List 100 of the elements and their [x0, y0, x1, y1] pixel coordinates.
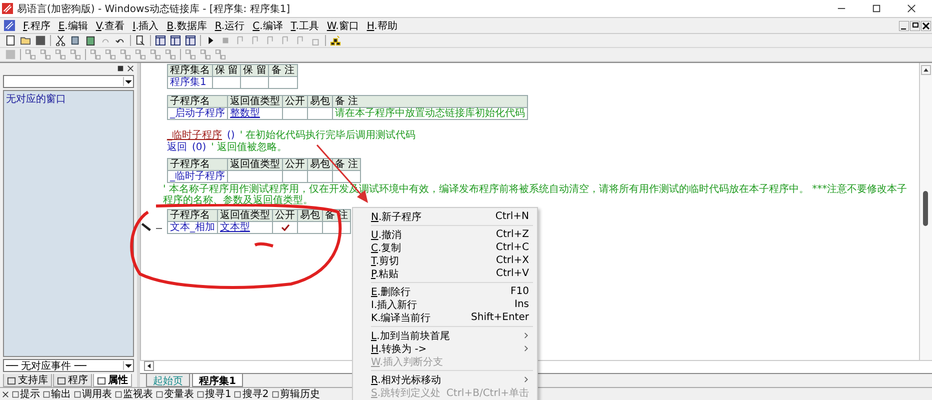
code-token: () [227, 130, 235, 142]
context-menu-item[interactable]: L.加到当前块首尾 [353, 329, 537, 342]
menu-item[interactable]: T.工具 [290, 18, 319, 32]
code-token: (0) [192, 142, 206, 154]
window-dropdown[interactable] [3, 75, 134, 88]
editor-tab[interactable]: 起始页 [146, 374, 190, 387]
panel-tab[interactable]: 支持库 [3, 374, 52, 387]
restore-icon[interactable] [910, 20, 920, 30]
menu-item[interactable]: C.编译 [252, 18, 283, 32]
panel-tab[interactable]: 属性 [93, 374, 132, 387]
menu-item[interactable]: E.编辑 [58, 18, 88, 32]
column-header: 子程序名 [168, 158, 228, 170]
panel-icon [97, 376, 106, 384]
table-cell: 文本型 [218, 222, 272, 234]
context-menu-item[interactable]: C.复制 Ctrl+C [353, 241, 537, 254]
column-header: 备 注 [332, 96, 528, 108]
name-cell: _临时子程序 [168, 170, 228, 182]
window-icon [74, 390, 81, 398]
code-token: ' 在初始化代码执行完毕后调用测试代码 [240, 130, 416, 142]
column-header: 返回值类型 [228, 96, 282, 108]
table-cell [228, 170, 282, 182]
note-cell: 请在本子程序中放置动态链接库初始化代码 [332, 108, 528, 120]
column-header: 子程序名 [168, 96, 228, 108]
output-tab[interactable]: 变量表 [156, 387, 194, 400]
column-header: 公开 [272, 210, 298, 222]
panel-tab[interactable]: 程序 [53, 374, 92, 387]
code-token: _临时子程序 [167, 130, 222, 142]
column-header: 程序集名 [168, 64, 212, 76]
minimize-icon[interactable] [899, 20, 909, 30]
dropdown-arrow-icon [123, 361, 133, 370]
context-menu-item[interactable]: H.转换为 -> [353, 342, 537, 355]
column-header: 保 留 [212, 64, 241, 76]
menu-item[interactable]: H.帮助 [366, 18, 398, 32]
close-icon[interactable] [921, 20, 931, 30]
find-icon[interactable] [135, 35, 146, 46]
editor-tab[interactable]: 程序集1 [192, 374, 243, 387]
context-menu-item[interactable]: N.新子程序 Ctrl+N [353, 210, 537, 223]
column-header: 易包 [298, 210, 322, 222]
context-menu-item[interactable]: T.剪切 Ctrl+X [353, 254, 537, 267]
code-token: 返回 [167, 142, 187, 154]
context-menu-item[interactable]: K.编译当前行 Shift+Enter [353, 311, 537, 324]
event-dropdown[interactable]: ── 无对应事件 ── [3, 359, 134, 372]
window-icon [156, 390, 163, 398]
menu-item[interactable]: I.插入 [132, 18, 159, 32]
menu-item[interactable]: W.窗口 [326, 18, 359, 32]
table-cell [308, 170, 332, 182]
context-menu-item[interactable]: U.撤消 Ctrl+Z [353, 228, 537, 241]
window-icon [234, 390, 242, 398]
note-cell [268, 76, 298, 88]
name-cell: 程序集1 [168, 76, 212, 88]
column-header: 备 注 [332, 158, 361, 170]
note-cell [322, 222, 351, 234]
pin-icon[interactable] [117, 65, 124, 72]
window-list-item[interactable]: 无对应的窗口 [6, 92, 131, 106]
document-icon [4, 20, 15, 31]
open-folder-icon[interactable] [20, 35, 31, 46]
menu-item[interactable]: B.数据库 [166, 18, 207, 32]
panel-icon[interactable] [185, 35, 196, 46]
output-tab[interactable]: 搜寻2 [234, 387, 269, 400]
dropdown-arrow-icon [123, 77, 133, 86]
vertical-scrollbar[interactable] [919, 63, 932, 360]
output-tab[interactable]: 提示 [12, 387, 40, 400]
menu-item[interactable]: F.程序 [23, 18, 50, 32]
window-icon [12, 390, 19, 398]
output-tab[interactable]: 监视表 [115, 387, 153, 400]
menu-item[interactable]: R.运行 [214, 18, 245, 32]
collapse-marker-icon[interactable] [156, 227, 162, 230]
window-icon [272, 390, 279, 398]
scroll-left-icon[interactable] [144, 361, 154, 371]
context-menu-item[interactable]: E.删除行 F10 [353, 285, 537, 298]
window-title: 易语言(加密狗版) - Windows动态链接库 - [程序集: 程序集1] [17, 2, 290, 16]
column-header: 易包 [308, 158, 332, 170]
close-icon[interactable] [907, 4, 916, 13]
table-cell: 整数型 [228, 108, 282, 120]
column-header: 备 注 [268, 64, 298, 76]
scroll-up-icon[interactable] [921, 65, 931, 75]
output-tab[interactable]: 搜寻1 [197, 387, 232, 400]
close-icon[interactable] [127, 65, 134, 72]
maximize-icon[interactable] [872, 4, 881, 13]
context-menu-item[interactable]: R.相对光标移动 [353, 373, 537, 386]
context-menu-item[interactable]: P.粘贴 Ctrl+V [353, 267, 537, 280]
output-tab[interactable]: 剪辑历史 [272, 387, 320, 400]
column-header: 返回值类型 [228, 158, 282, 170]
column-header: 易包 [308, 96, 332, 108]
column-header: 公开 [282, 158, 308, 170]
panel-icon[interactable] [170, 35, 181, 46]
output-tab[interactable]: 输出 [43, 387, 71, 400]
code-token: ' 返回值被忽略。 [211, 142, 288, 154]
menu-item[interactable]: V.查看 [96, 18, 125, 32]
column-header: 返回值类型 [218, 210, 272, 222]
context-menu-item[interactable]: I.插入新行 Ins [353, 298, 537, 311]
new-file-icon[interactable] [5, 35, 16, 46]
close-icon[interactable] [2, 390, 9, 398]
scissors-icon[interactable] [55, 35, 66, 46]
scroll-thumb[interactable] [923, 191, 928, 226]
panel-icon[interactable] [155, 35, 166, 46]
output-tab[interactable]: 调用表 [74, 387, 112, 400]
window-icon [115, 390, 122, 398]
panel-icon [57, 376, 66, 384]
name-cell: _启动子程序 [168, 108, 228, 120]
